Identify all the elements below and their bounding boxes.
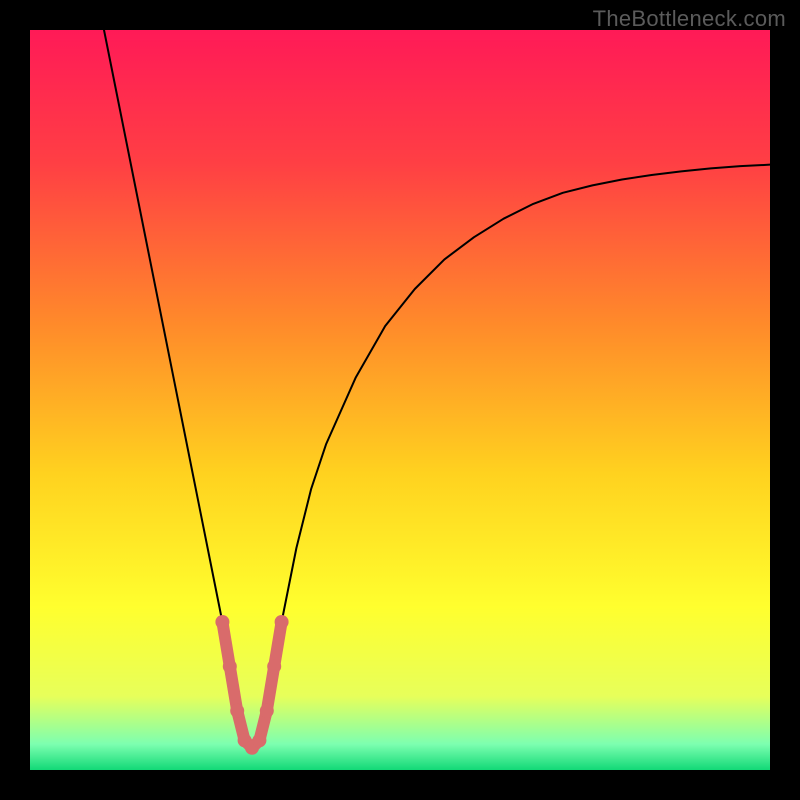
- watermark-text: TheBottleneck.com: [593, 6, 786, 32]
- plot-area: [30, 30, 770, 770]
- chart-frame: TheBottleneck.com: [0, 0, 800, 800]
- valley-highlight-dot: [260, 704, 274, 718]
- valley-highlight-dot: [215, 615, 229, 629]
- valley-highlight-dot: [230, 704, 244, 718]
- valley-highlight-dot: [275, 615, 289, 629]
- valley-highlight-dot: [223, 659, 237, 673]
- valley-highlight-dot: [267, 659, 281, 673]
- chart-svg: [30, 30, 770, 770]
- gradient-background: [30, 30, 770, 770]
- valley-highlight-dot: [252, 733, 266, 747]
